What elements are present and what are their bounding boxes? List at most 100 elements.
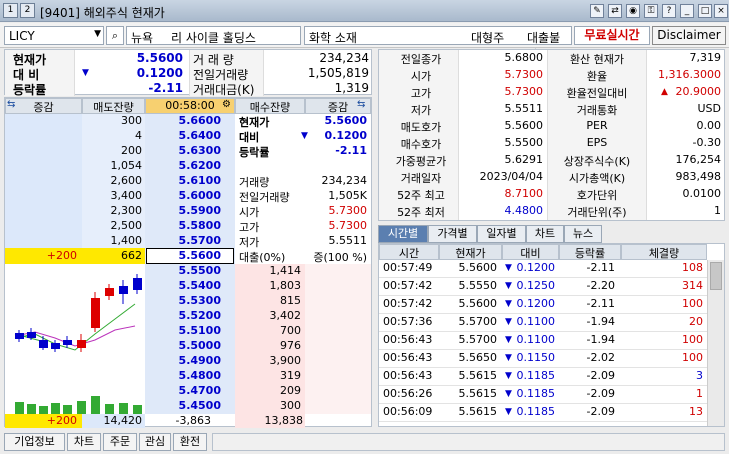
help-icon[interactable]: ? bbox=[662, 4, 676, 18]
bid-price[interactable]: 5.4700 bbox=[145, 384, 221, 397]
ask-price[interactable]: 5.6600 bbox=[145, 114, 221, 127]
bid-price[interactable]: 5.5000 bbox=[145, 339, 221, 352]
ask-price[interactable]: 5.5900 bbox=[145, 204, 221, 217]
trade-price: 5.5600 bbox=[458, 261, 498, 274]
bottom-button[interactable]: 관심 bbox=[139, 433, 171, 451]
info-value-2: 176,254 bbox=[675, 153, 722, 166]
info-label-2: 환율전일대비 bbox=[566, 87, 628, 100]
ask-price[interactable]: 5.6000 bbox=[145, 189, 221, 202]
trade-price: 5.5615 bbox=[458, 387, 498, 400]
bid-price[interactable]: 5.4500 bbox=[145, 399, 221, 412]
info-value-2: 0.00 bbox=[696, 119, 722, 132]
trade-price: 5.5615 bbox=[458, 405, 498, 418]
mini-candle-chart bbox=[5, 264, 145, 414]
ask-price[interactable]: 5.5600 bbox=[145, 249, 221, 262]
info-label: 매도호가 bbox=[400, 121, 442, 134]
camera-icon[interactable]: ◉ bbox=[626, 4, 640, 18]
info-value: 5.7300 bbox=[504, 85, 544, 98]
window-icon-2[interactable]: 2 bbox=[20, 3, 35, 18]
row-divider bbox=[379, 367, 707, 368]
ask-price[interactable]: 5.5700 bbox=[145, 234, 221, 247]
close-icon[interactable]: × bbox=[714, 4, 728, 18]
window-icon-1[interactable]: 1 bbox=[3, 3, 18, 18]
bottom-button[interactable]: 환전 bbox=[173, 433, 207, 451]
swap-icon[interactable]: ⇆ bbox=[7, 99, 15, 110]
quote-value: 5.5600 bbox=[324, 114, 367, 127]
info-value: 5.7300 bbox=[504, 68, 544, 81]
scrollbar-thumb[interactable] bbox=[710, 262, 722, 290]
ask-price[interactable]: 5.6400 bbox=[145, 129, 221, 142]
ask-qty: 662 bbox=[121, 249, 142, 262]
ask-qty: 1,054 bbox=[110, 159, 143, 172]
bid-price[interactable]: 5.5300 bbox=[145, 294, 221, 307]
tab-2[interactable]: 일자별 bbox=[477, 225, 526, 243]
ask-price[interactable]: 5.6100 bbox=[145, 174, 221, 187]
header-ask-qty: 매도잔량 bbox=[82, 98, 145, 114]
info-label-2: 호가단위 bbox=[576, 189, 618, 202]
tab-3[interactable]: 차트 bbox=[526, 225, 564, 243]
bid-price[interactable]: 5.5400 bbox=[145, 279, 221, 292]
ask-price[interactable]: 5.6300 bbox=[145, 144, 221, 157]
link-icon[interactable]: ⇄ bbox=[608, 4, 622, 18]
symbol-input[interactable]: LICY ▼ bbox=[4, 26, 104, 45]
bid-price[interactable]: 5.5200 bbox=[145, 309, 221, 322]
trade-price: 5.5700 bbox=[458, 333, 498, 346]
trade-change: 0.1185 bbox=[516, 405, 556, 418]
change-rate-value: -2.11 bbox=[148, 81, 183, 95]
trade-time: 00:56:43 bbox=[383, 369, 433, 382]
symbol-value: LICY bbox=[9, 29, 35, 43]
settings-icon[interactable]: ⚙ bbox=[222, 99, 231, 110]
bid-price[interactable]: 5.5500 bbox=[145, 264, 221, 277]
bid-price[interactable]: 5.5100 bbox=[145, 324, 221, 337]
search-icon[interactable]: ⌕ bbox=[106, 26, 124, 45]
ask-price[interactable]: 5.5800 bbox=[145, 219, 221, 232]
prev-volume-value: 1,505,819 bbox=[307, 66, 369, 80]
bottom-button[interactable]: 기업정보 bbox=[4, 433, 65, 451]
info-value: 5.5600 bbox=[504, 119, 544, 132]
tab-4[interactable]: 뉴스 bbox=[564, 225, 602, 243]
info-label-2: 환율 bbox=[586, 70, 608, 83]
memo-icon[interactable]: ✎ bbox=[590, 4, 604, 18]
ask-price[interactable]: 5.6200 bbox=[145, 159, 221, 172]
volume-value: 234,234 bbox=[319, 51, 369, 65]
chevron-down-icon[interactable]: ▼ bbox=[94, 29, 101, 39]
bid-price[interactable]: 5.4800 bbox=[145, 369, 221, 382]
free-realtime-badge[interactable]: 무료실시간 bbox=[574, 26, 650, 45]
bid-price[interactable]: 5.4900 bbox=[145, 354, 221, 367]
sector-label: 화학 소재 bbox=[309, 31, 357, 45]
trade-qty: 20 bbox=[689, 315, 703, 328]
trade-price: 5.5600 bbox=[458, 297, 498, 310]
trade-rate: -2.11 bbox=[586, 297, 615, 310]
trade-change: 0.1185 bbox=[516, 369, 556, 382]
trade-time: 00:57:36 bbox=[383, 315, 433, 328]
stat-value: 증(100 %) bbox=[313, 251, 367, 264]
info-value: 2023/04/04 bbox=[479, 170, 543, 183]
trade-qty: 100 bbox=[682, 333, 703, 346]
trade-price: 5.5700 bbox=[458, 315, 498, 328]
bottom-button[interactable]: 차트 bbox=[67, 433, 101, 451]
minimize-icon[interactable]: _ bbox=[680, 4, 694, 18]
tab-0[interactable]: 시간별 bbox=[378, 225, 428, 243]
trade-price: 5.5550 bbox=[458, 279, 498, 292]
ask-qty: 200 bbox=[121, 144, 142, 157]
trade-time: 00:56:43 bbox=[383, 351, 433, 364]
scrollbar[interactable] bbox=[707, 260, 724, 426]
info-label-2: PER bbox=[586, 119, 608, 132]
lock-icon[interactable]: ⚿ bbox=[644, 4, 658, 18]
info-label: 고가 bbox=[410, 87, 432, 100]
maximize-icon[interactable]: □ bbox=[698, 4, 712, 18]
bottom-button[interactable]: 주문 bbox=[103, 433, 137, 451]
ask-qty: 1,400 bbox=[110, 234, 143, 247]
ask-qty: 3,400 bbox=[110, 189, 143, 202]
row-divider bbox=[379, 349, 707, 350]
stat-label: 대출(0%) bbox=[239, 251, 286, 264]
disclaimer-button[interactable]: Disclaimer bbox=[652, 26, 726, 45]
stat-value: 5.7300 bbox=[328, 219, 368, 232]
quote-label: 등락률 bbox=[239, 146, 270, 159]
tab-1[interactable]: 가격별 bbox=[428, 225, 477, 243]
bid-qty: 209 bbox=[280, 384, 301, 397]
row-divider bbox=[379, 331, 707, 332]
swap-icon-2[interactable]: ⇆ bbox=[357, 99, 365, 110]
trade-header: 등락률 bbox=[559, 244, 621, 260]
stat-label: 전일거래량 bbox=[239, 191, 290, 204]
